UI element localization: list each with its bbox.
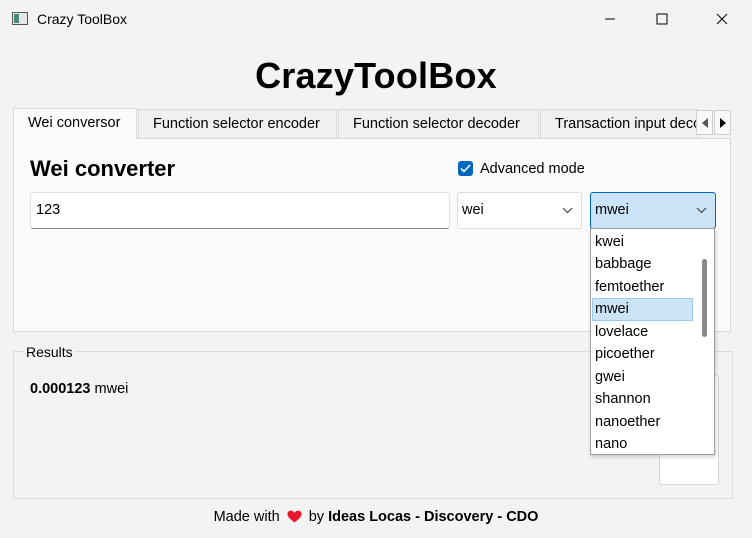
maximize-button[interactable] <box>637 0 687 38</box>
from-unit-select[interactable]: wei <box>457 192 582 229</box>
dropdown-item-babbage[interactable]: babbage <box>592 253 693 276</box>
maximize-icon <box>656 13 668 25</box>
close-icon <box>716 13 728 25</box>
to-unit-select[interactable]: mwei <box>590 192 716 229</box>
tab-function-selector-encoder[interactable]: Function selector encoder <box>138 109 337 138</box>
title-bar[interactable]: Crazy ToolBox <box>0 0 752 38</box>
results-group-title: Results <box>24 344 75 360</box>
app-icon <box>12 12 28 25</box>
dropdown-item-shannon[interactable]: shannon <box>592 388 693 411</box>
result-value: 0.000123 <box>30 381 91 397</box>
advanced-mode-checkbox[interactable] <box>458 161 473 176</box>
converter-title: Wei converter <box>30 156 176 181</box>
minimize-icon <box>605 18 615 20</box>
triangle-right-icon <box>719 117 726 128</box>
checkmark-icon <box>460 164 471 173</box>
minimize-button[interactable] <box>585 0 635 38</box>
dropdown-item-picoether[interactable]: picoether <box>592 343 693 366</box>
dropdown-item-lovelace[interactable]: lovelace <box>592 321 693 344</box>
unit-dropdown-list[interactable]: kwei babbage femtoether mwei lovelace pi… <box>590 228 715 455</box>
heart-icon <box>287 510 302 523</box>
result-unit: mwei <box>94 381 129 397</box>
from-unit-value: wei <box>462 202 484 218</box>
tab-wei-conversor[interactable]: Wei conversor <box>13 108 137 139</box>
dropdown-scrollbar-thumb[interactable] <box>702 259 707 337</box>
app-heading: CrazyToolBox <box>255 55 497 96</box>
tab-scroll-right-button[interactable] <box>714 110 731 135</box>
to-unit-value: mwei <box>595 202 629 218</box>
footer: Made with by Ideas Locas - Discovery - C… <box>0 509 752 525</box>
tab-scroll-left-button[interactable] <box>696 110 713 135</box>
chevron-down-icon <box>696 207 707 214</box>
window-title: Crazy ToolBox <box>37 11 128 27</box>
dropdown-item-nano[interactable]: nano <box>592 433 693 454</box>
triangle-left-icon <box>701 117 708 128</box>
dropdown-item-mwei[interactable]: mwei <box>592 298 693 321</box>
close-button[interactable] <box>697 0 747 38</box>
tab-transaction-input-decoder[interactable]: Transaction input decoder <box>540 109 699 138</box>
footer-credit: Ideas Locas - Discovery - CDO <box>328 509 539 525</box>
dropdown-item-gwei[interactable]: gwei <box>592 366 693 389</box>
result-text: 0.000123 mwei <box>30 381 128 397</box>
dropdown-item-femtoether[interactable]: femtoether <box>592 276 693 299</box>
dropdown-item-nanoether[interactable]: nanoether <box>592 411 693 434</box>
advanced-mode-label[interactable]: Advanced mode <box>480 161 585 177</box>
footer-made-with: Made with <box>213 509 280 525</box>
tab-function-selector-decoder[interactable]: Function selector decoder <box>338 109 539 138</box>
footer-by: by <box>308 509 325 525</box>
chevron-down-icon <box>562 207 573 214</box>
amount-input[interactable]: 123 <box>30 192 450 229</box>
dropdown-scrollbar[interactable] <box>699 229 714 454</box>
tab-bar: Wei conversor Function selector encoder … <box>13 108 733 139</box>
dropdown-item-kwei[interactable]: kwei <box>592 231 693 254</box>
